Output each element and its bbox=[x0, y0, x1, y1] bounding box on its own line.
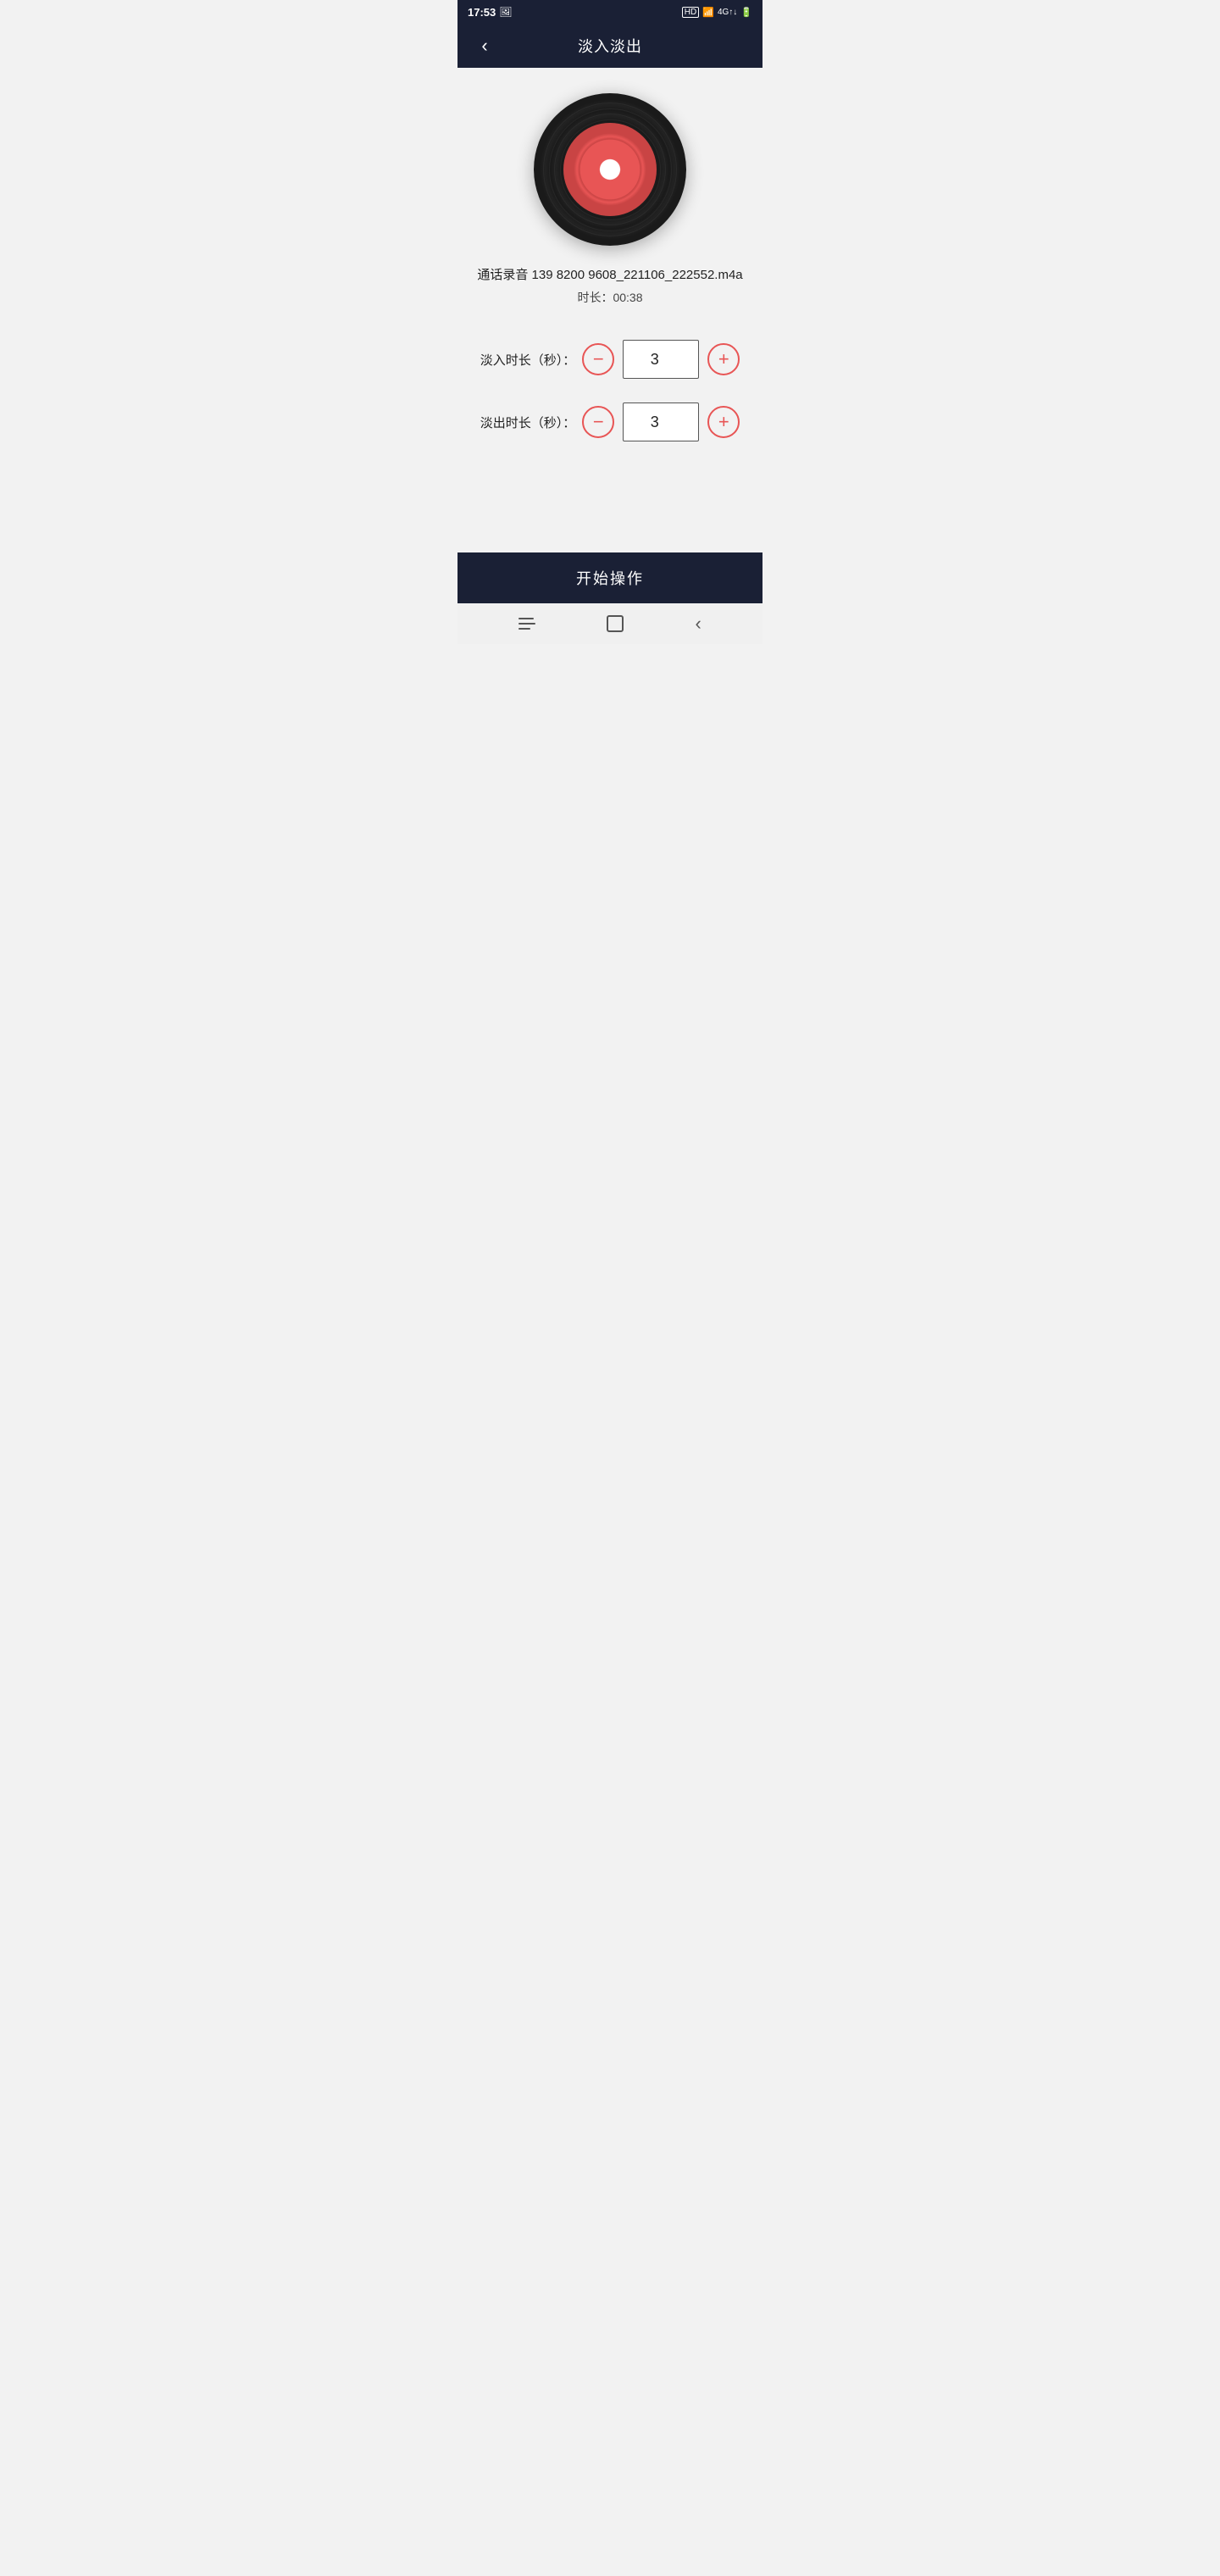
nav-menu-button[interactable] bbox=[518, 618, 535, 630]
fade-in-row: 淡入时长（秒）： − + bbox=[474, 340, 746, 379]
minus-icon-2: − bbox=[593, 413, 604, 431]
nav-home-button[interactable] bbox=[607, 615, 624, 632]
plus-icon-2: + bbox=[718, 413, 729, 431]
fade-out-input[interactable] bbox=[623, 402, 699, 441]
vinyl-disc bbox=[534, 93, 686, 246]
back-nav-icon: ‹ bbox=[696, 613, 702, 635]
vinyl-record bbox=[534, 93, 686, 246]
fade-in-decrement-button[interactable]: − bbox=[582, 343, 614, 375]
menu-icon bbox=[518, 618, 535, 630]
nav-bar: ‹ bbox=[458, 603, 762, 644]
fade-in-label: 淡入时长（秒）： bbox=[480, 351, 576, 369]
nav-back-button[interactable]: ‹ bbox=[696, 613, 702, 635]
fade-in-input[interactable] bbox=[623, 340, 699, 379]
vinyl-groove-4 bbox=[560, 119, 661, 220]
photo-icon: 🖼 bbox=[499, 6, 512, 18]
status-right: HD 📶 4G↑↓ 🔋 bbox=[682, 7, 752, 18]
fade-out-label: 淡出时长（秒）： bbox=[480, 414, 576, 431]
battery-icon: 🔋 bbox=[740, 7, 752, 18]
page-title: 淡入淡出 bbox=[578, 35, 642, 57]
status-time: 17:53 bbox=[468, 6, 496, 19]
main-content: 通话录音 139 8200 9608_221106_222552.m4a 时长：… bbox=[458, 68, 762, 552]
fade-out-decrement-button[interactable]: − bbox=[582, 406, 614, 438]
status-bar: 17:53 🖼 HD 📶 4G↑↓ 🔋 bbox=[458, 0, 762, 24]
minus-icon: − bbox=[593, 350, 604, 369]
file-name: 通话录音 139 8200 9608_221106_222552.m4a bbox=[477, 266, 742, 284]
fade-out-increment-button[interactable]: + bbox=[707, 406, 740, 438]
wifi-icon: 📶 bbox=[702, 7, 714, 18]
plus-icon: + bbox=[718, 350, 729, 369]
file-duration: 时长：00:38 bbox=[577, 289, 642, 306]
start-action-bar[interactable]: 开始操作 bbox=[458, 552, 762, 603]
hd-badge: HD bbox=[682, 7, 699, 18]
fade-out-row: 淡出时长（秒）： − + bbox=[474, 402, 746, 441]
home-icon bbox=[607, 615, 624, 632]
back-button[interactable]: ‹ bbox=[471, 32, 498, 59]
header: ‹ 淡入淡出 bbox=[458, 24, 762, 68]
status-left: 17:53 🖼 bbox=[468, 6, 512, 19]
signal-icon: 4G↑↓ bbox=[718, 8, 737, 17]
start-button-label: 开始操作 bbox=[576, 567, 644, 589]
fade-in-increment-button[interactable]: + bbox=[707, 343, 740, 375]
